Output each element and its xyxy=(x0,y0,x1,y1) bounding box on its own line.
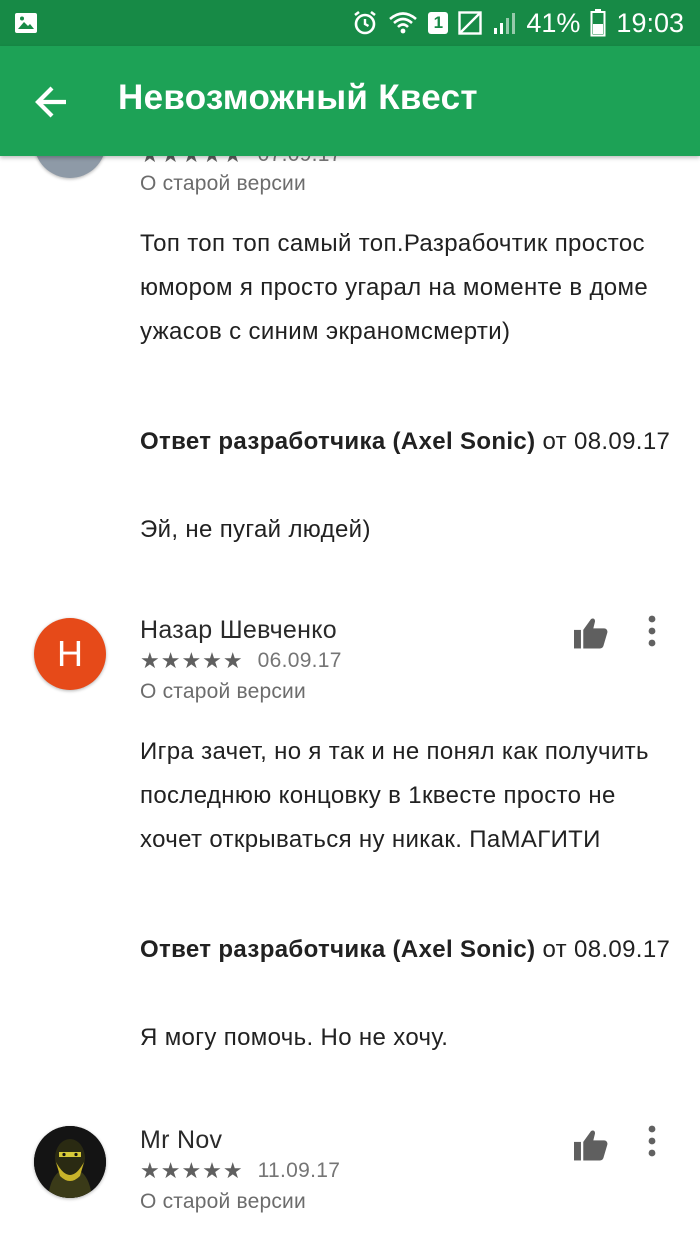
rating-row: ★★★★★ 07.09.17 xyxy=(140,156,342,168)
avatar xyxy=(34,156,106,178)
star-rating: ★★★★★ xyxy=(140,1158,244,1183)
developer-reply: Ответ разработчика (Axel Sonic) от 08.09… xyxy=(140,928,680,972)
star-rating: ★★★★★ xyxy=(140,156,244,168)
back-button[interactable] xyxy=(30,79,76,125)
arrow-back-icon xyxy=(35,86,66,118)
reply-date: от 08.09.17 xyxy=(535,936,671,963)
status-bar: 1 41% 19:03 xyxy=(0,0,700,46)
alarm-icon xyxy=(354,10,377,35)
battery-icon xyxy=(590,9,606,37)
thumbs-up-icon xyxy=(574,1130,608,1161)
gallery-notification-icon xyxy=(15,13,37,33)
reviewer-name: Назар Шевченко xyxy=(140,616,337,644)
reply-author: Ответ разработчика (Axel Sonic) xyxy=(140,936,536,963)
star-rating: ★★★★★ xyxy=(140,648,244,673)
thumbs-up-icon xyxy=(574,618,608,649)
page-title: Невозможный Квест xyxy=(118,78,478,117)
more-options-button[interactable] xyxy=(640,612,664,652)
avatar: Н xyxy=(34,618,106,690)
avatar xyxy=(34,1126,106,1198)
clock: 19:03 xyxy=(616,7,684,38)
review-text: Топ топ топ самый топ.Разрабочтик просто… xyxy=(140,230,649,345)
wifi-icon xyxy=(389,12,418,34)
reply-text: Эй, не пугай людей) xyxy=(140,516,371,543)
app-bar: Невозможный Квест xyxy=(0,46,700,156)
version-label: О старой версии xyxy=(140,680,306,703)
more-vert-icon xyxy=(648,615,656,647)
reviewer-name: Mr Nov xyxy=(140,1126,223,1154)
more-vert-icon xyxy=(648,1125,656,1157)
more-options-button[interactable] xyxy=(640,1122,664,1162)
cell-signal-icon xyxy=(494,13,516,34)
reviews-list[interactable]: ★★★★★ 07.09.17 О старой версии Топ топ т… xyxy=(0,156,700,1244)
review-text: Игра зачет, но я так и не понял как полу… xyxy=(140,738,649,853)
sim-badge: 1 xyxy=(428,12,449,34)
no-signal-icon xyxy=(458,11,483,35)
like-button[interactable] xyxy=(572,1128,610,1162)
version-label: О старой версии xyxy=(140,1190,306,1213)
user-photo-icon xyxy=(34,1126,106,1198)
developer-reply: Ответ разработчика (Axel Sonic) от 08.09… xyxy=(140,420,680,464)
reply-date: от 08.09.17 xyxy=(535,428,671,455)
rating-row: ★★★★★ 06.09.17 xyxy=(140,648,342,674)
review-date: 11.09.17 xyxy=(257,1159,341,1182)
review-date: 07.09.17 xyxy=(258,156,342,167)
reply-text: Я могу помочь. Но не хочу. xyxy=(140,1024,449,1051)
review-date: 06.09.17 xyxy=(257,649,342,672)
battery-percent: 41% xyxy=(526,7,581,38)
reply-author: Ответ разработчика (Axel Sonic) xyxy=(140,428,536,455)
rating-row: ★★★★★ 11.09.17 xyxy=(140,1158,340,1184)
version-label: О старой версии xyxy=(140,172,306,195)
like-button[interactable] xyxy=(572,616,610,650)
